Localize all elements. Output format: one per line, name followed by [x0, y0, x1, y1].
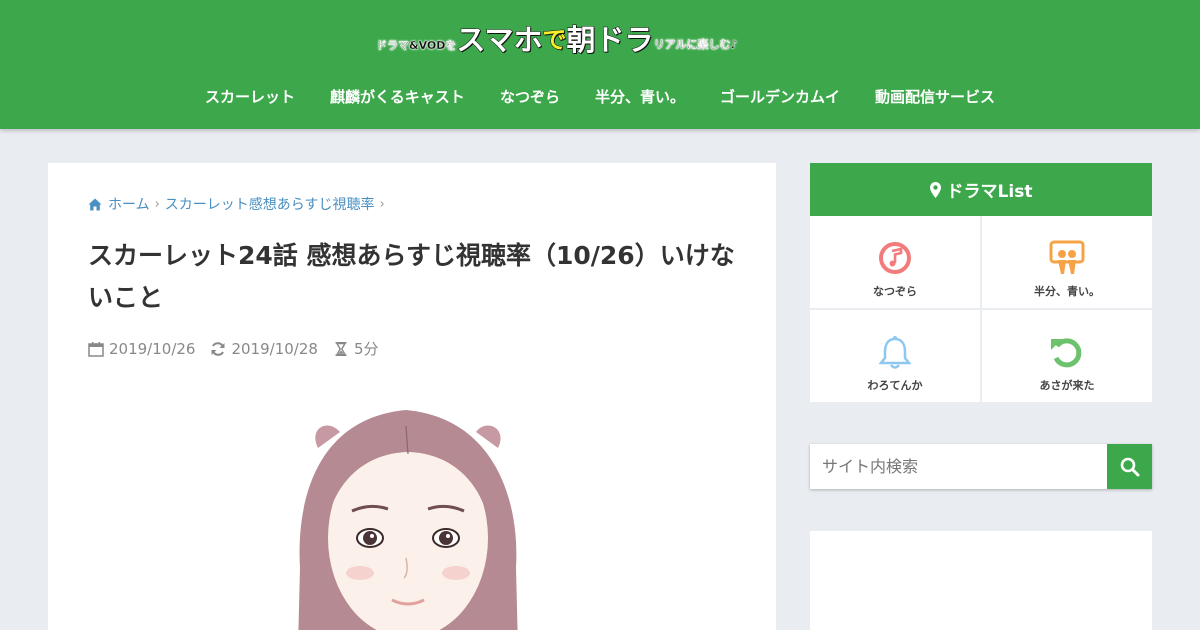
site-logo[interactable]: ドラマ&VODを スマホ で 朝ドラ リアルに楽しむ♪: [376, 22, 738, 57]
undo-icon: [1051, 338, 1082, 368]
music-note-icon: [879, 242, 911, 274]
chevron-right-icon: ›: [154, 196, 160, 212]
search-input[interactable]: [810, 444, 1107, 489]
drama-item-natsuzora[interactable]: なつぞら: [810, 216, 980, 308]
calendar-icon: [88, 341, 104, 357]
drama-list-heading: ドラマList: [810, 163, 1152, 216]
drama-item-label: わろてんか: [867, 379, 923, 392]
site-search: [810, 444, 1152, 489]
home-icon: [88, 198, 102, 210]
drama-item-warotenka[interactable]: わろてんか: [810, 310, 980, 402]
site-header: ドラマ&VODを スマホ で 朝ドラ リアルに楽しむ♪ スカーレット 麒麟がくる…: [0, 0, 1200, 129]
read-time: 5分: [333, 338, 379, 359]
drama-item-label: なつぞら: [873, 285, 917, 298]
drama-list-heading-text: ドラマList: [946, 182, 1033, 202]
refresh-icon: [211, 341, 225, 356]
drama-item-label: 半分、青い。: [1034, 285, 1100, 298]
hourglass-icon: [335, 341, 347, 356]
updated-date-text: 2019/10/28: [231, 339, 318, 358]
search-icon: [1120, 457, 1139, 476]
main-nav: スカーレット 麒麟がくるキャスト なつぞら 半分、青い。 ゴールデンカムイ 動画…: [0, 86, 1200, 120]
sidebar-widget: [810, 531, 1152, 630]
drama-item-asa-ga-kita[interactable]: あさが来た: [982, 310, 1152, 402]
logo-text-de: で: [542, 26, 567, 55]
updated-date: 2019/10/28: [210, 339, 318, 358]
article-meta: 2019/10/26 2019/10/28 5分: [88, 338, 393, 359]
nav-item-vod-services[interactable]: 動画配信サービス: [875, 86, 995, 107]
nav-item-scarlet[interactable]: スカーレット: [205, 86, 295, 107]
search-button[interactable]: [1107, 444, 1152, 489]
breadcrumb-category-link[interactable]: スカーレット感想あらすじ視聴率: [165, 194, 375, 214]
article-card: ホーム › スカーレット感想あらすじ視聴率 › スカーレット24話 感想あらすじ…: [48, 163, 776, 630]
nav-item-natsuzora[interactable]: なつぞら: [500, 86, 560, 107]
breadcrumb-home-link[interactable]: ホーム: [108, 194, 150, 214]
nav-item-kirin-cast[interactable]: 麒麟がくるキャスト: [330, 86, 465, 107]
published-date: 2019/10/26: [88, 340, 195, 358]
drama-item-hanbun-aoi[interactable]: 半分、青い。: [982, 216, 1152, 308]
nav-item-golden-kamuy[interactable]: ゴールデンカムイ: [720, 86, 840, 107]
drama-list-grid: なつぞら 半分、青い。 わろてんか あさが来た: [810, 216, 1152, 402]
map-marker-icon: [929, 181, 941, 198]
article-title: スカーレット24話 感想あらすじ視聴率（10/26）いけないこと: [88, 241, 735, 312]
drama-item-label: あさが来た: [1039, 379, 1095, 392]
logo-text-smartphone: スマホ: [456, 23, 543, 57]
bell-icon: [878, 336, 912, 369]
chevron-right-icon: ›: [379, 196, 385, 212]
breadcrumb: ホーム › スカーレット感想あらすじ視聴率 ›: [88, 194, 390, 214]
published-date-text: 2019/10/26: [109, 339, 196, 358]
character-illustration: [298, 410, 518, 630]
read-time-text: 5分: [353, 340, 379, 358]
slideshare-icon: [1049, 240, 1085, 274]
nav-item-hanbun-aoi[interactable]: 半分、青い。: [595, 86, 685, 107]
logo-text-suffix: リアルに楽しむ♪: [653, 38, 738, 51]
logo-text-asadora: 朝ドラ: [566, 23, 654, 57]
logo-text-prefix: ドラマ&VODを: [376, 39, 457, 52]
